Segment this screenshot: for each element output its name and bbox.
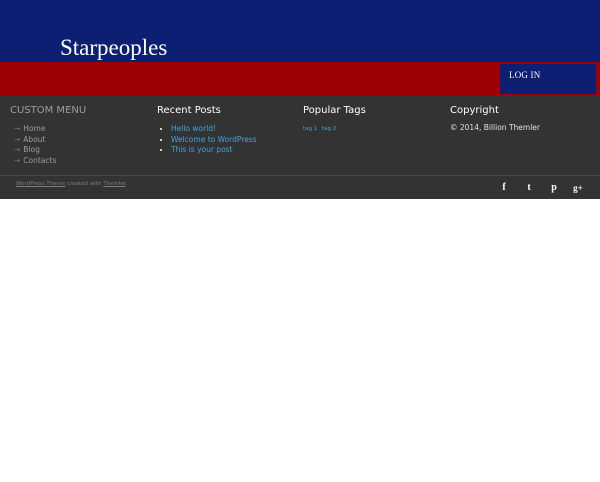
themler-link[interactable]: Themler — [103, 181, 125, 187]
arrow-right-icon: → — [14, 145, 21, 154]
menu-item-label: Home — [23, 124, 46, 133]
site-header: Starpeoples — [0, 0, 600, 62]
menu-item-blog[interactable]: → Blog — [14, 145, 86, 156]
menu-item-about[interactable]: → About — [14, 135, 86, 146]
credit-text: created with — [65, 181, 104, 187]
menu-item-contacts[interactable]: → Contacts — [14, 156, 86, 167]
arrow-right-icon: → — [14, 134, 21, 144]
post-link-label: Welcome to WordPress — [171, 134, 257, 144]
google-plus-icon[interactable]: g+ — [572, 182, 584, 194]
wordpress-theme-link[interactable]: WordPress Theme — [16, 181, 65, 187]
tumblr-icon[interactable]: t — [523, 182, 535, 194]
recent-posts-title: Recent Posts — [157, 105, 221, 116]
site-title[interactable]: Starpeoples — [60, 34, 167, 62]
copyright: Copyright © 2014, Billion Themler — [450, 105, 540, 132]
credit-end: . — [125, 181, 128, 187]
facebook-icon[interactable]: f — [498, 182, 510, 194]
post-link[interactable]: This is your post — [171, 145, 257, 156]
tag-link[interactable]: tag 1 — [303, 126, 317, 132]
menu-item-label: Blog — [23, 145, 40, 154]
theme-credit: WordPress Theme created with Themler. — [16, 181, 127, 187]
popular-tags: Popular Tags tag 1 tag 2 — [303, 105, 366, 132]
menu-item-home[interactable]: → Home — [14, 124, 86, 135]
footer: CUSTOM MENU → Home → About → Blog → Contacts… — [0, 95, 600, 199]
post-link[interactable]: Welcome to WordPress — [171, 135, 257, 146]
custom-menu-list: → Home → About → Blog → Contacts — [14, 124, 86, 166]
menu-item-label: About — [23, 134, 46, 144]
copyright-text: © 2014, Billion Themler — [450, 123, 540, 132]
post-link-label: Hello world! — [171, 124, 217, 133]
login-label: LOG IN — [509, 70, 541, 80]
login-button[interactable]: LOG IN — [500, 64, 596, 94]
footer-divider — [0, 175, 600, 176]
popular-tags-title: Popular Tags — [303, 105, 366, 116]
pinterest-icon[interactable]: p — [548, 182, 560, 194]
recent-posts-list: Hello world! Welcome to WordPress This i… — [157, 124, 257, 156]
copyright-title: Copyright — [450, 105, 499, 116]
custom-menu-title: CUSTOM MENU — [10, 105, 87, 116]
tag-cloud: tag 1 tag 2 — [303, 126, 366, 132]
tag-link[interactable]: tag 2 — [322, 126, 336, 132]
menu-item-label: Contacts — [23, 155, 57, 165]
post-link-label: This is your post — [171, 145, 233, 154]
post-link[interactable]: Hello world! — [171, 124, 257, 135]
recent-posts: Recent Posts Hello world! Welcome to Wor… — [157, 105, 257, 156]
custom-menu: CUSTOM MENU → Home → About → Blog → Contacts — [10, 105, 86, 166]
arrow-right-icon: → — [14, 155, 21, 165]
arrow-right-icon: → — [14, 124, 21, 133]
